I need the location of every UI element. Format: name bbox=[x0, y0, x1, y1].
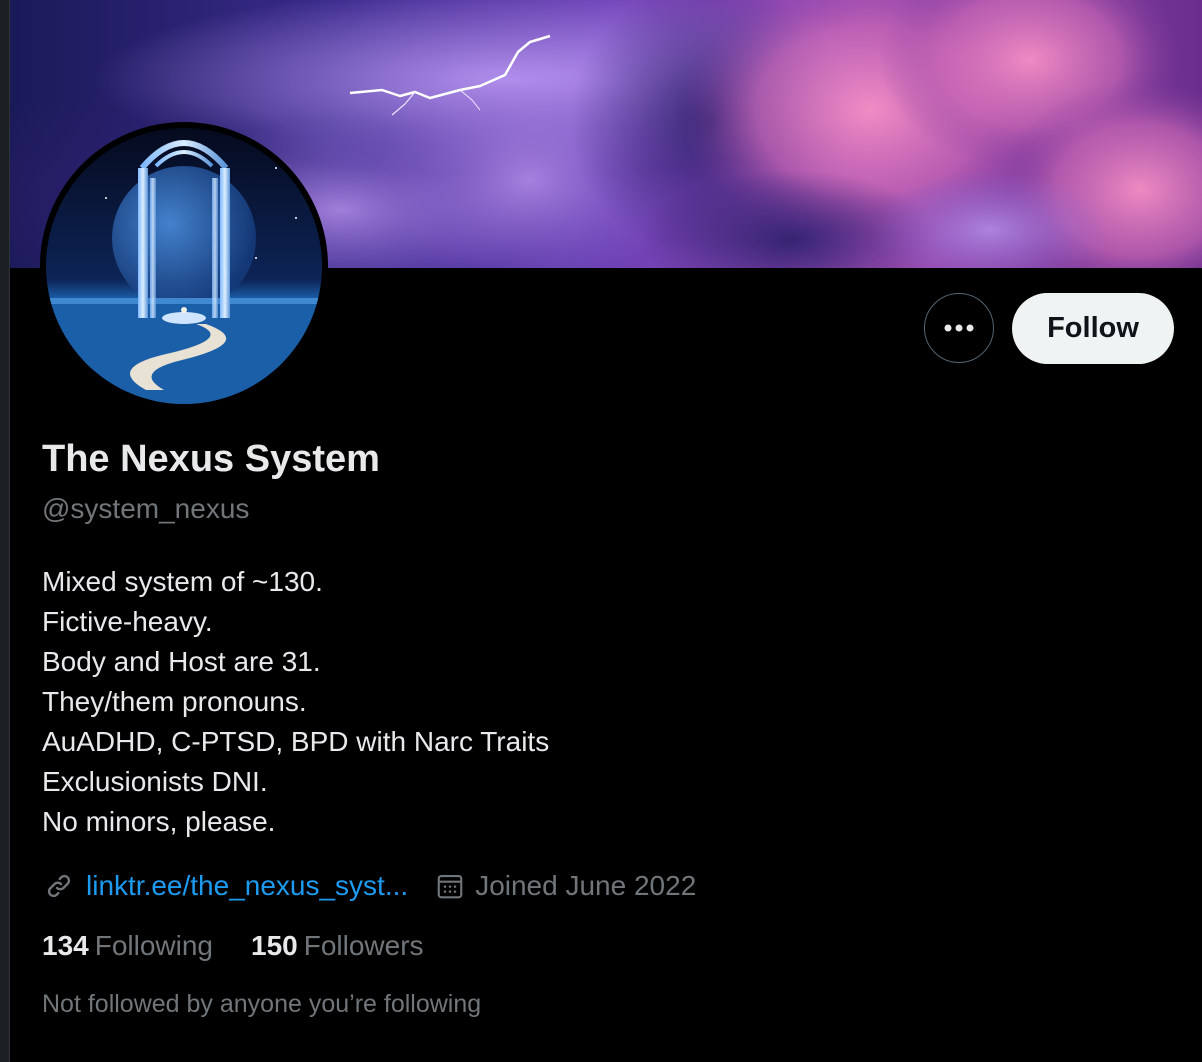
joined-date: Joined June 2022 bbox=[435, 870, 696, 902]
website-link[interactable]: linktr.ee/the_nexus_syst... bbox=[42, 869, 408, 903]
bio: Mixed system of ~130. Fictive-heavy. Bod… bbox=[42, 562, 549, 842]
follow-button-label: Follow bbox=[1047, 312, 1139, 344]
more-horizontal-icon bbox=[944, 324, 974, 332]
avatar[interactable] bbox=[40, 122, 328, 410]
calendar-icon bbox=[437, 874, 463, 899]
followers-label: Followers bbox=[303, 930, 424, 961]
followers-count: 150 bbox=[251, 930, 298, 961]
following-label: Following bbox=[94, 930, 213, 961]
bio-line: Body and Host are 31. bbox=[42, 646, 321, 677]
joined-text: Joined June 2022 bbox=[475, 870, 697, 901]
following-count: 134 bbox=[42, 930, 89, 961]
bio-line: AuADHD, C-PTSD, BPD with Narc Traits bbox=[42, 726, 550, 757]
bio-line: Exclusionists DNI. bbox=[42, 766, 268, 797]
more-options-button[interactable] bbox=[924, 293, 994, 363]
following-link[interactable]: 134 Following bbox=[42, 930, 213, 962]
user-handle: @system_nexus bbox=[42, 493, 250, 524]
follow-button[interactable]: Follow bbox=[1012, 293, 1174, 364]
bio-line: Mixed system of ~130. bbox=[42, 566, 323, 597]
link-icon bbox=[47, 874, 71, 898]
bio-line: They/them pronouns. bbox=[42, 686, 307, 717]
bio-line: No minors, please. bbox=[42, 806, 276, 837]
followers-link[interactable]: 150 Followers bbox=[251, 930, 424, 962]
window-edge bbox=[0, 0, 10, 1062]
bio-line: Fictive-heavy. bbox=[42, 606, 213, 637]
profile-meta: linktr.ee/the_nexus_syst... Joined June … bbox=[42, 866, 696, 906]
follow-counts: 134 Following 150 Followers bbox=[42, 930, 424, 962]
display-name: The Nexus System bbox=[42, 438, 380, 480]
website-text: linktr.ee/the_nexus_syst... bbox=[86, 870, 409, 901]
mutuals-note: Not followed by anyone you’re following bbox=[42, 990, 482, 1018]
